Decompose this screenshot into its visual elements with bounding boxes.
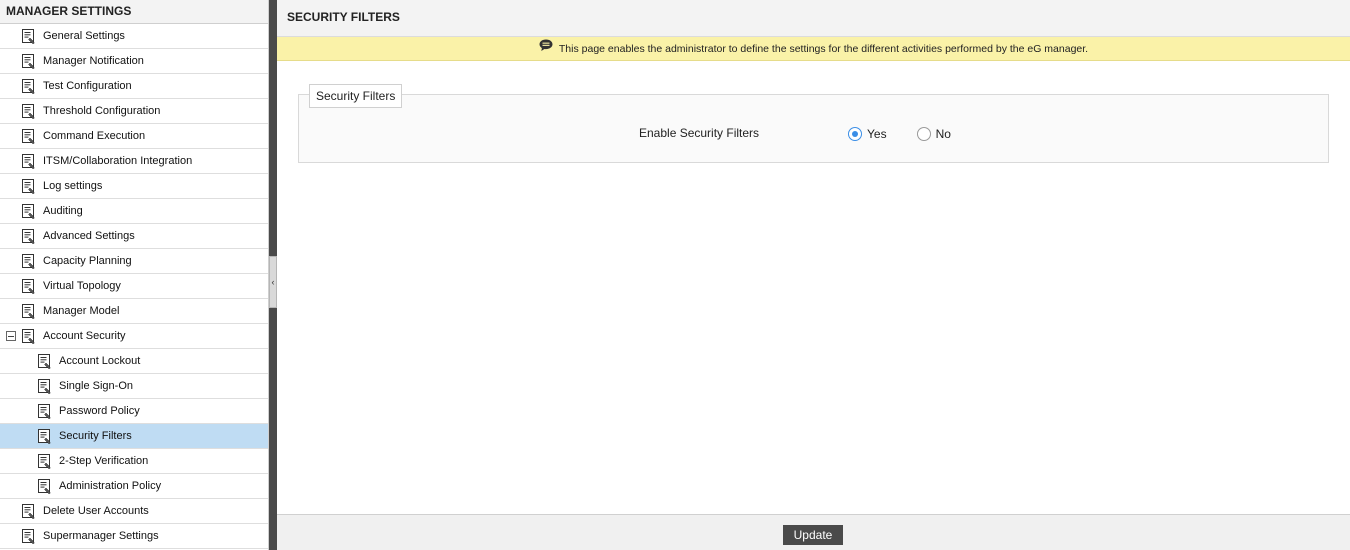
document-settings-icon [22,153,35,169]
document-settings-icon [38,428,51,444]
sidebar-item-security-filters[interactable]: Security Filters [0,424,268,449]
sidebar-item-delete-user-accounts[interactable]: Delete User Accounts [0,499,268,524]
sidebar-item-advanced-settings[interactable]: Advanced Settings [0,224,268,249]
sidebar-item-single-sign-on[interactable]: Single Sign-On [0,374,268,399]
sidebar-item-password-policy[interactable]: Password Policy [0,399,268,424]
sidebar-item-label: Account Security [43,330,126,342]
radio-yes-label: Yes [867,127,887,141]
document-settings-icon [22,53,35,69]
update-button[interactable]: Update [783,525,843,545]
sidebar-item-label: Administration Policy [59,480,162,492]
sidebar-item-account-security[interactable]: Account Security [0,324,268,349]
sidebar-item-label: Capacity Planning [43,255,132,267]
radio-no-label: No [935,127,951,141]
document-settings-icon [22,528,35,544]
sidebar-item-label: Manager Model [43,305,120,317]
sidebar-item-label: Supermanager Settings [43,530,159,542]
sidebar-item-label: Command Execution [43,130,146,142]
sidebar-item-2-step-verification[interactable]: 2-Step Verification [0,449,268,474]
enable-security-filters-radio-group: Yes No [848,127,981,141]
sidebar-item-manager-model[interactable]: Manager Model [0,299,268,324]
sidebar-item-label: Manager Notification [43,55,144,67]
sidebar-item-label: Account Lockout [59,355,141,367]
sidebar-item-label: Threshold Configuration [43,105,161,117]
footer-bar: Update [277,514,1350,550]
sidebar-item-label: Password Policy [59,405,140,417]
document-settings-icon [22,303,35,319]
document-settings-icon [22,128,35,144]
sidebar-item-log-settings[interactable]: Log settings [0,174,268,199]
document-settings-icon [22,28,35,44]
document-settings-icon [22,228,35,244]
document-settings-icon [22,78,35,94]
panel-splitter[interactable]: ‹ [269,0,277,550]
sidebar-item-auditing[interactable]: Auditing [0,199,268,224]
sidebar-item-test-configuration[interactable]: Test Configuration [0,74,268,99]
info-text: This page enables the administrator to d… [558,42,1089,55]
radio-yes[interactable] [848,127,862,141]
document-settings-icon [22,178,35,194]
enable-security-filters-label: Enable Security Filters [639,126,760,140]
sidebar-item-label: Test Configuration [43,80,132,92]
chevron-left-icon: ‹ [271,276,275,287]
sidebar-item-account-lockout[interactable]: Account Lockout [0,349,268,374]
document-settings-icon [38,453,51,469]
document-settings-icon [22,253,35,269]
sidebar-item-virtual-topology[interactable]: Virtual Topology [0,274,268,299]
sidebar-item-label: General Settings [43,30,125,42]
speech-bubble-icon [539,39,553,51]
sidebar-item-label: Log settings [43,180,103,192]
sidebar-title: MANAGER SETTINGS [0,0,268,24]
sidebar-item-label: Auditing [43,205,83,217]
document-settings-icon [38,378,51,394]
sidebar-item-general-settings[interactable]: General Settings [0,24,268,49]
info-banner: This page enables the administrator to d… [277,37,1350,61]
sidebar-item-itsm-collaboration-integration[interactable]: ITSM/Collaboration Integration [0,149,268,174]
document-settings-icon [38,478,51,494]
page-title: SECURITY FILTERS [277,0,1350,37]
document-settings-icon [22,203,35,219]
radio-option-yes[interactable]: Yes [848,127,887,141]
sidebar-item-label: Single Sign-On [59,380,133,392]
sidebar-item-label: ITSM/Collaboration Integration [43,155,193,167]
sidebar-item-label: Delete User Accounts [43,505,149,517]
sidebar-item-command-execution[interactable]: Command Execution [0,124,268,149]
document-settings-icon [22,278,35,294]
radio-no[interactable] [916,127,931,141]
document-settings-icon [38,403,51,419]
document-settings-icon [38,353,51,369]
document-settings-icon [22,103,35,119]
collapse-toggle-icon[interactable] [6,331,16,341]
sidebar-item-label: Virtual Topology [43,280,121,292]
radio-option-no[interactable]: No [916,127,951,141]
main-panel: SECURITY FILTERS This page enables the a… [277,0,1350,550]
sidebar-item-threshold-configuration[interactable]: Threshold Configuration [0,99,268,124]
sidebar: MANAGER SETTINGS General Settings Manager… [0,0,269,550]
sidebar-item-capacity-planning[interactable]: Capacity Planning [0,249,268,274]
sidebar-item-administration-policy[interactable]: Administration Policy [0,474,268,499]
security-filters-fieldset: Security Filters Enable Security Filters… [298,84,1329,163]
document-settings-icon [22,328,35,344]
sidebar-item-manager-notification[interactable]: Manager Notification [0,49,268,74]
collapse-sidebar-button[interactable]: ‹ [269,256,277,308]
document-settings-icon [22,503,35,519]
settings-tree: General Settings Manager Notification Test… [0,24,268,549]
sidebar-item-supermanager-settings[interactable]: Supermanager Settings [0,524,268,549]
sidebar-item-label: Security Filters [59,430,132,442]
sidebar-item-label: 2-Step Verification [59,455,149,467]
sidebar-item-label: Advanced Settings [43,230,135,242]
fieldset-legend: Security Filters [309,84,403,108]
